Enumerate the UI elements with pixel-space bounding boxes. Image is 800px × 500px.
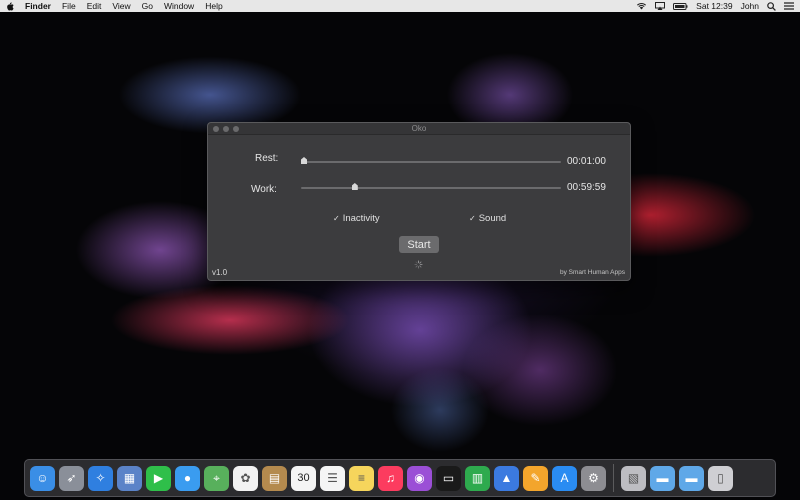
map-icon[interactable]: ⌖ — [204, 465, 229, 491]
calendar-icon[interactable]: 30 — [291, 465, 316, 491]
menu-go[interactable]: Go — [142, 1, 153, 11]
rest-slider[interactable] — [301, 161, 561, 163]
image-file-icon[interactable]: ▧ — [621, 465, 646, 491]
checkmark-icon: ✓ — [469, 214, 476, 223]
work-time-value: 00:59:59 — [567, 182, 606, 193]
inactivity-label: Inactivity — [342, 213, 380, 224]
folder-icon[interactable]: ▬ — [650, 465, 675, 491]
dock-apps: ☺ ➶ ✧ ▦ ▶ ● ⌖ ✿ ▤ 30 ☰ ≡ ♫ ◉ ▭ ▥ ▲ ✎ A ⚙ — [30, 465, 606, 491]
sound-checkbox[interactable]: ✓ Sound — [469, 213, 506, 224]
list-icon[interactable] — [784, 2, 794, 10]
finder-icon[interactable]: ☺ — [30, 465, 55, 491]
menu-edit[interactable]: Edit — [87, 1, 102, 11]
window-title: Oko — [411, 124, 427, 133]
apple-icon[interactable] — [6, 1, 15, 11]
trash-icon[interactable]: ▯ — [708, 465, 733, 491]
rest-slider-thumb[interactable] — [301, 157, 307, 164]
appstore-icon[interactable]: A — [552, 465, 577, 491]
rest-time-value: 00:01:00 — [567, 156, 606, 167]
start-button[interactable]: Start — [399, 236, 439, 253]
pages-icon[interactable]: ✎ — [523, 465, 548, 491]
oko-window: Oko Rest: 00:01:00 Work: 00:59:59 ✓ Inac… — [207, 122, 631, 281]
rest-label: Rest: — [255, 153, 279, 164]
menu-clock[interactable]: Sat 12:39 — [696, 1, 732, 11]
camera-icon[interactable]: ▶ — [146, 465, 171, 491]
keynote-icon[interactable]: ▲ — [494, 465, 519, 491]
window-titlebar[interactable]: Oko — [208, 123, 630, 135]
menu-file[interactable]: File — [62, 1, 76, 11]
inactivity-checkbox[interactable]: ✓ Inactivity — [333, 213, 380, 224]
menu-window[interactable]: Window — [164, 1, 194, 11]
preview-icon[interactable]: ▦ — [117, 465, 142, 491]
airplay-icon[interactable] — [655, 2, 666, 10]
version-label: v1.0 — [212, 268, 228, 277]
message-icon[interactable]: ● — [175, 465, 200, 491]
spinner-icon — [414, 260, 423, 269]
search-icon[interactable] — [767, 1, 776, 11]
credit-label[interactable]: by Smart Human Apps — [560, 269, 625, 276]
notes-icon[interactable]: ≡ — [349, 465, 374, 491]
work-slider[interactable] — [301, 187, 561, 189]
photos-icon[interactable]: ✿ — [233, 465, 258, 491]
menu-user[interactable]: John — [741, 1, 759, 11]
checkmark-icon: ✓ — [333, 214, 340, 223]
dock: ☺ ➶ ✧ ▦ ▶ ● ⌖ ✿ ▤ 30 ☰ ≡ ♫ ◉ ▭ ▥ ▲ ✎ A ⚙ ▧ ▬ ▬ ▯ — [24, 459, 776, 497]
reminders-icon[interactable]: ☰ — [320, 465, 345, 491]
battery-icon[interactable] — [673, 2, 688, 10]
dock-separator — [613, 464, 614, 492]
sound-label: Sound — [478, 213, 507, 224]
wifi-icon[interactable] — [636, 2, 647, 10]
rocket-icon[interactable]: ➶ — [59, 465, 84, 491]
menu-bar: Finder File Edit View Go Window Help Sat… — [0, 0, 800, 12]
music-icon[interactable]: ♫ — [378, 465, 403, 491]
menu-view[interactable]: View — [112, 1, 130, 11]
contacts-icon[interactable]: ▤ — [262, 465, 287, 491]
menu-app-name[interactable]: Finder — [25, 1, 51, 11]
compass-icon[interactable]: ✧ — [88, 465, 113, 491]
dock-others: ▧ ▬ ▬ ▯ — [621, 465, 733, 491]
tv-icon[interactable]: ▭ — [436, 465, 461, 491]
work-slider-thumb[interactable] — [351, 183, 358, 190]
gear-icon[interactable]: ⚙ — [581, 465, 606, 491]
work-label: Work: — [251, 184, 277, 195]
numbers-icon[interactable]: ▥ — [465, 465, 490, 491]
menu-help[interactable]: Help — [205, 1, 222, 11]
podcast-icon[interactable]: ◉ — [407, 465, 432, 491]
folder-icon[interactable]: ▬ — [679, 465, 704, 491]
